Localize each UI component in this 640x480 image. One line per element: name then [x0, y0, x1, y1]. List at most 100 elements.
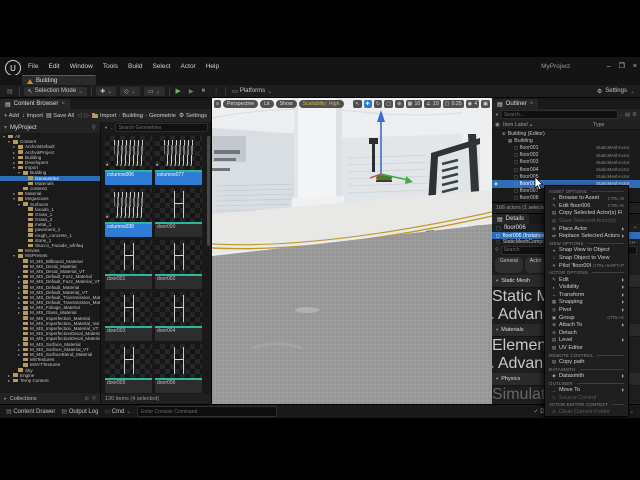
collections-bar[interactable]: ▸ Collections ⊘ ⚲: [0, 393, 100, 404]
output-log-button[interactable]: ▤ Output Log: [61, 408, 98, 415]
console-command-input[interactable]: [137, 406, 278, 417]
play-button[interactable]: ▶: [174, 87, 183, 95]
context-menu-item[interactable]: ▧ UV Editor: [545, 344, 628, 352]
outliner-row[interactable]: ◻ floor005 StaticMeshActor: [492, 173, 640, 180]
camera-speed-value[interactable]: 4: [474, 101, 477, 107]
asset-tile[interactable]: * door004: [155, 292, 202, 341]
scale-snap-button[interactable]: ▢ 0.25: [442, 100, 464, 108]
sources-header[interactable]: ▾ MyProject ⚲: [0, 122, 100, 133]
cmd-dropdown[interactable]: ▭ Cmd ⌄: [104, 408, 131, 415]
expand-arrow-icon[interactable]: ▾: [496, 278, 498, 284]
back-icon[interactable]: ◁: [77, 113, 81, 119]
asset-tile[interactable]: * door001: [105, 240, 152, 289]
restore-icon[interactable]: ❐: [619, 62, 625, 70]
breadcrumb-import[interactable]: Import: [100, 113, 116, 119]
viewport[interactable]: ≡ Perspective Lit Show Scalability: High…: [212, 98, 492, 404]
close-icon[interactable]: ×: [530, 101, 534, 107]
chevron-down-icon[interactable]: ⌄: [110, 125, 113, 130]
skip-button[interactable]: ▶: [187, 88, 196, 95]
expand-arrow-icon[interactable]: ▾: [12, 253, 16, 258]
context-menu-item[interactable]: ⇄ Replace Selected Actors with: [545, 232, 628, 240]
lock-icon[interactable]: ▪: [634, 225, 636, 231]
filter-icon[interactable]: ▼: [495, 112, 499, 117]
lamp-post[interactable]: [372, 142, 375, 172]
asset-search-input[interactable]: [115, 123, 208, 132]
expand-arrow-icon[interactable]: ▾: [7, 139, 11, 144]
save-icon[interactable]: ▤: [5, 88, 15, 95]
context-menu-item[interactable]: ◐ Visibility: [545, 283, 628, 291]
breadcrumb-building[interactable]: Building: [122, 113, 143, 119]
asset-tile[interactable]: * door005: [105, 344, 152, 393]
expand-arrow-icon[interactable]: ▸: [4, 396, 7, 402]
rotate-tool-button[interactable]: ↻: [373, 100, 383, 108]
close-icon[interactable]: ×: [633, 63, 637, 70]
lit-dropdown[interactable]: Lit: [260, 100, 274, 108]
no-entry-icon[interactable]: ⊘: [84, 396, 89, 402]
context-menu-item[interactable]: ▤ Copy path: [545, 358, 628, 366]
expand-arrow-icon[interactable]: ▸: [17, 352, 21, 357]
filter-chip-general[interactable]: General: [495, 256, 523, 273]
filter-icon[interactable]: ▼: [104, 125, 108, 130]
context-menu-item[interactable]: ✎ Edit floor006 CTRL+E: [545, 202, 628, 210]
expand-arrow-icon[interactable]: ▸: [492, 364, 494, 369]
outliner-search-input[interactable]: [500, 110, 618, 119]
outliner-row[interactable]: ◻ floor003 StaticMeshActor: [492, 159, 640, 166]
expand-arrow-icon[interactable]: ▾: [17, 170, 21, 175]
context-menu-item[interactable]: ⊘ Clear Current Folder: [545, 408, 628, 416]
context-menu-item[interactable]: ↻ Source Control: [545, 394, 628, 402]
scale-snap-value[interactable]: 0.25: [452, 101, 462, 107]
context-menu-item[interactable]: ▦ Snapping: [545, 299, 628, 307]
settings-button[interactable]: Settings: [605, 88, 627, 94]
context-menu-item[interactable]: ⌖ Snap View to Object: [545, 247, 628, 255]
expand-arrow-icon[interactable]: ▸: [492, 315, 494, 320]
world-space-button[interactable]: ⊕: [395, 100, 404, 108]
minimize-icon[interactable]: –: [607, 63, 611, 70]
viewport-options-button[interactable]: ≡: [214, 100, 222, 108]
context-menu-item[interactable]: ◆ Datasmith: [545, 372, 628, 380]
scalability-warning[interactable]: Scalability: High: [298, 100, 344, 108]
content-tree-item[interactable]: ▸ Temp Content: [0, 378, 100, 383]
outliner-row[interactable]: ◻ floor002 StaticMeshActor: [492, 152, 640, 159]
stop-button[interactable]: ■: [200, 88, 208, 94]
selection-mode-dropdown[interactable]: ↖ Selection Mode ⌄: [23, 86, 88, 96]
select-tool-button[interactable]: ↖: [353, 100, 362, 108]
expand-arrow-icon[interactable]: ▸: [17, 310, 21, 315]
tab-outliner[interactable]: ▤ Outliner ×: [492, 99, 539, 109]
context-menu-item[interactable]: ↔ Transform: [545, 291, 628, 299]
context-menu-item[interactable]: → Move To: [545, 386, 628, 394]
context-menu-item[interactable]: ✈ Pilot 'floor006' CTRL+SHIFT+P: [545, 262, 628, 270]
context-menu-item[interactable]: ▣ Group CTRL+G: [545, 314, 628, 322]
chevron-down-icon[interactable]: ⌄: [620, 112, 623, 117]
visibility-column-icon[interactable]: ◉: [495, 122, 503, 128]
forward-icon[interactable]: ▷: [85, 113, 89, 119]
context-menu-item[interactable]: ▤ Copy Selected Actor(s) File Path: [545, 210, 628, 218]
context-menu-item[interactable]: ⊖ Detach: [545, 329, 628, 337]
move-tool-button[interactable]: ✚: [363, 100, 372, 108]
kebab-icon[interactable]: ⋮: [211, 88, 221, 95]
asset-tile[interactable]: * door002: [155, 240, 202, 289]
breadcrumb-geometries[interactable]: Geometries: [149, 113, 176, 119]
tab-content-browser[interactable]: ▤ Content Browser ×: [0, 99, 70, 109]
asset-tile[interactable]: * columns077: [155, 136, 202, 185]
context-menu-item[interactable]: ⊕ Attach To: [545, 321, 628, 329]
context-menu-item[interactable]: ◎ Pivot: [545, 306, 628, 314]
blueprints-dropdown[interactable]: ◇ ⌄: [120, 86, 140, 96]
grid-snap-value[interactable]: 10: [414, 101, 420, 107]
add-button[interactable]: + Add: [4, 113, 19, 119]
new-folder-icon[interactable]: ▤: [625, 112, 630, 118]
context-menu-item[interactable]: ⌂ Snap Object to View: [545, 254, 628, 262]
type-column[interactable]: Type: [593, 122, 637, 128]
maximize-viewport-button[interactable]: ▣: [481, 100, 490, 108]
cb-settings-button[interactable]: ⚙ Settings: [179, 113, 207, 119]
search-icon[interactable]: ⚲: [92, 396, 96, 402]
asset-grid-scrollbar[interactable]: [207, 136, 210, 246]
context-menu-item[interactable]: ⊕ Place Actor: [545, 225, 628, 233]
asset-tile[interactable]: * columns006: [105, 136, 152, 185]
content-drawer-button[interactable]: ▤ Content Drawer: [6, 408, 55, 415]
outliner-row[interactable]: ◻ floor001 StaticMeshActor: [492, 144, 640, 151]
show-dropdown[interactable]: Show: [275, 100, 297, 108]
context-menu-item[interactable]: ▤ Level: [545, 337, 628, 345]
gear-icon[interactable]: ⚙: [632, 112, 637, 118]
eye-icon[interactable]: ◉: [492, 181, 500, 187]
rotation-snap-button[interactable]: ∠ 10: [424, 100, 441, 108]
